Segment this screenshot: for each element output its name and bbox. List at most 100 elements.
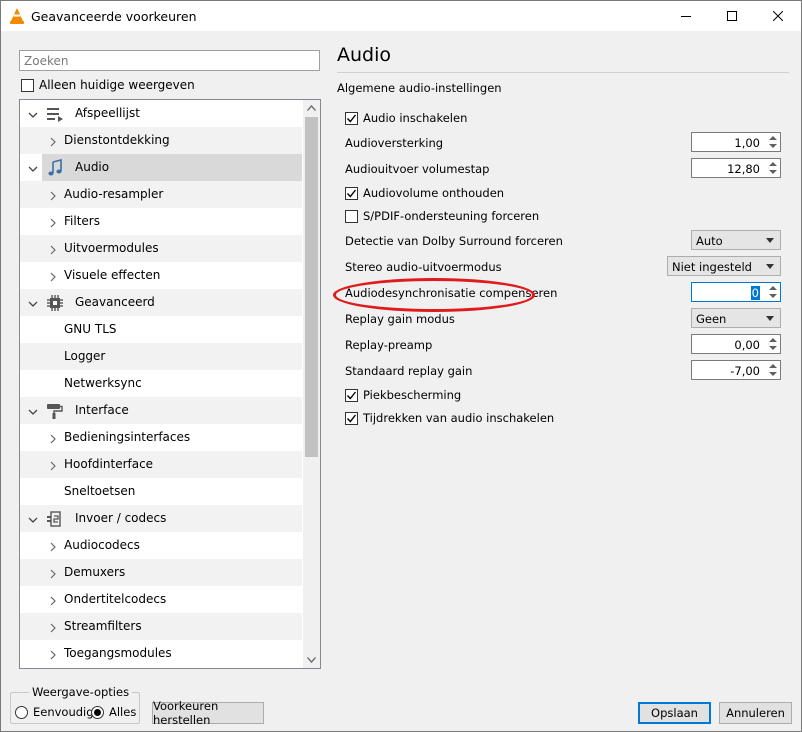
view-options-title: Weergave-opties: [29, 685, 133, 699]
tree-item-label: Sneltoetsen: [64, 484, 136, 498]
chevron-right-icon[interactable]: [48, 622, 58, 633]
panel-subtitle: Algemene audio-instellingen: [337, 81, 502, 95]
tree-item-streamfilters[interactable]: Streamfilters: [20, 613, 302, 640]
only-current-checkbox-row[interactable]: Alleen huidige weergeven: [21, 78, 195, 92]
simple-radio-row[interactable]: Eenvoudig: [15, 705, 94, 719]
tree-item-netwerksync[interactable]: Netwerksync: [20, 370, 302, 397]
tree-item-audio[interactable]: Audio: [20, 154, 302, 181]
peak-protection-checkbox[interactable]: [345, 388, 358, 402]
chevron-down-icon[interactable]: [28, 109, 38, 119]
replay-preamp-stepper[interactable]: [764, 335, 780, 353]
simple-radio[interactable]: [15, 705, 28, 719]
close-button[interactable]: [755, 1, 801, 31]
all-radio[interactable]: [91, 705, 104, 719]
cancel-button[interactable]: Annuleren: [719, 702, 792, 724]
chevron-right-icon[interactable]: [48, 460, 58, 471]
remember-volume-checkbox[interactable]: [345, 186, 358, 200]
gain-value: 1,00: [734, 136, 760, 150]
tree-item-dienstontdekking[interactable]: Dienstontdekking: [20, 127, 302, 154]
tree-item-demuxers[interactable]: Demuxers: [20, 559, 302, 586]
only-current-checkbox[interactable]: [21, 78, 34, 92]
chevron-right-icon[interactable]: [48, 433, 58, 444]
desync-stepper[interactable]: [764, 283, 780, 301]
default-replay-gain-spinbox[interactable]: -7,00: [691, 360, 781, 380]
chevron-right-icon[interactable]: [48, 217, 58, 228]
volume-step-stepper[interactable]: [764, 159, 780, 177]
tree-item-label: Bedieningsinterfaces: [64, 430, 191, 444]
tree-item-filters[interactable]: Filters: [20, 208, 302, 235]
tree-item-geavanceerd[interactable]: Geavanceerd: [20, 289, 302, 316]
replay-gain-mode-select[interactable]: Geen: [691, 308, 781, 328]
playlist-icon: [46, 105, 64, 123]
tree-item-label: Interface: [75, 403, 129, 417]
tree-item-toegangsmodules[interactable]: Toegangsmodules: [20, 640, 302, 667]
scroll-thumb[interactable]: [305, 117, 318, 457]
spdif-checkbox[interactable]: [345, 209, 358, 223]
volume-step-label: Audiouitvoer volumestap: [345, 162, 490, 176]
tree-item-visuele-effecten[interactable]: Visuele effecten: [20, 262, 302, 289]
time-stretch-row[interactable]: Tijdrekken van audio inschakelen: [345, 411, 554, 425]
search-input[interactable]: [19, 50, 320, 71]
music-note-icon: [46, 158, 64, 177]
chevron-right-icon[interactable]: [48, 649, 58, 660]
enable-audio-checkbox[interactable]: [345, 111, 358, 125]
tree-item-logger[interactable]: Logger: [20, 343, 302, 370]
save-button[interactable]: Opslaan: [638, 702, 711, 724]
tree-item-interface[interactable]: Interface: [20, 397, 302, 424]
desync-spinbox[interactable]: 0: [691, 282, 781, 302]
maximize-button[interactable]: [709, 1, 755, 31]
dolby-value: Auto: [696, 234, 723, 248]
replay-gain-mode-value: Geen: [696, 312, 727, 326]
gain-spinbox[interactable]: 1,00: [691, 132, 781, 152]
chevron-down-icon: [766, 316, 774, 321]
minimize-button[interactable]: [663, 1, 709, 31]
vlc-cone-icon: [9, 7, 25, 25]
tree-item-label: GNU TLS: [64, 322, 117, 336]
tree-item-label: Visuele effecten: [64, 268, 161, 282]
stereo-mode-select[interactable]: Niet ingesteld: [667, 256, 781, 276]
chevron-right-icon[interactable]: [48, 190, 58, 201]
category-tree[interactable]: Afspeellijst Dienstontdekking Audio Audio-r…: [19, 99, 321, 669]
chevron-right-icon[interactable]: [48, 136, 58, 147]
tree-item-afspeellijst[interactable]: Afspeellijst: [20, 100, 302, 127]
time-stretch-checkbox[interactable]: [345, 411, 358, 425]
peak-protection-label: Piekbescherming: [363, 388, 462, 402]
replay-preamp-spinbox[interactable]: 0,00: [691, 334, 781, 354]
chevron-down-icon[interactable]: [28, 406, 38, 416]
tree-item-uitvoermodules[interactable]: Uitvoermodules: [20, 235, 302, 262]
spdif-label: S/PDIF-ondersteuning forceren: [363, 209, 540, 223]
dolby-select[interactable]: Auto: [691, 230, 781, 250]
chevron-right-icon[interactable]: [48, 541, 58, 552]
tree-item-invoer-codecs[interactable]: Invoer / codecs: [20, 505, 302, 532]
tree-item-ondertitelcodecs[interactable]: Ondertitelcodecs: [20, 586, 302, 613]
chevron-down-icon[interactable]: [28, 163, 38, 173]
spdif-row[interactable]: S/PDIF-ondersteuning forceren: [345, 209, 539, 223]
gain-stepper[interactable]: [764, 133, 780, 151]
tree-item-audiocodecs[interactable]: Audiocodecs: [20, 532, 302, 559]
replay-preamp-label: Replay-preamp: [345, 338, 433, 352]
volume-step-spinbox[interactable]: 12,80: [691, 158, 781, 178]
tree-item-label: Audio-resampler: [64, 187, 164, 201]
chevron-right-icon[interactable]: [48, 595, 58, 606]
chevron-down-icon: [766, 238, 774, 243]
tree-item-gnu-tls[interactable]: GNU TLS: [20, 316, 302, 343]
default-replay-gain-stepper[interactable]: [764, 361, 780, 379]
title-bar[interactable]: Geavanceerde voorkeuren: [1, 1, 801, 31]
enable-audio-row[interactable]: Audio inschakelen: [345, 111, 467, 125]
tree-item-sneltoetsen[interactable]: Sneltoetsen: [20, 478, 302, 505]
tree-item-hoofdinterface[interactable]: Hoofdinterface: [20, 451, 302, 478]
tree-scrollbar[interactable]: [303, 100, 320, 668]
default-replay-gain-label: Standaard replay gain: [345, 364, 473, 378]
chevron-down-icon[interactable]: [28, 298, 38, 308]
chevron-right-icon[interactable]: [48, 568, 58, 579]
preferences-window: Geavanceerde voorkeuren Alleen huidige w…: [0, 0, 802, 732]
remember-volume-row[interactable]: Audiovolume onthouden: [345, 186, 504, 200]
chevron-right-icon[interactable]: [48, 271, 58, 282]
all-radio-row[interactable]: Alles: [91, 705, 136, 719]
chevron-right-icon[interactable]: [48, 244, 58, 255]
tree-item-audio-resampler[interactable]: Audio-resampler: [20, 181, 302, 208]
chevron-down-icon[interactable]: [28, 514, 38, 524]
tree-item-bedieningsinterfaces[interactable]: Bedieningsinterfaces: [20, 424, 302, 451]
peak-protection-row[interactable]: Piekbescherming: [345, 388, 461, 402]
reset-preferences-button[interactable]: Voorkeuren herstellen: [152, 699, 264, 727]
